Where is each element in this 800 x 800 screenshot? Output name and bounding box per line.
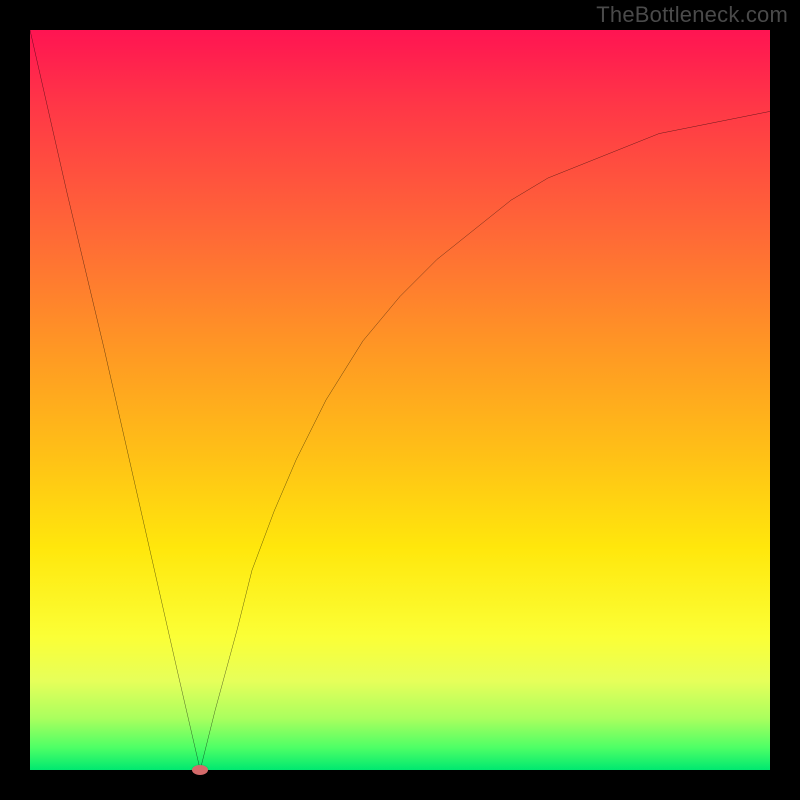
min-marker (192, 765, 208, 775)
chart-frame: TheBottleneck.com (0, 0, 800, 800)
bottleneck-curve (30, 30, 770, 770)
curve-path (30, 30, 770, 770)
plot-area (30, 30, 770, 770)
watermark-text: TheBottleneck.com (596, 2, 788, 28)
